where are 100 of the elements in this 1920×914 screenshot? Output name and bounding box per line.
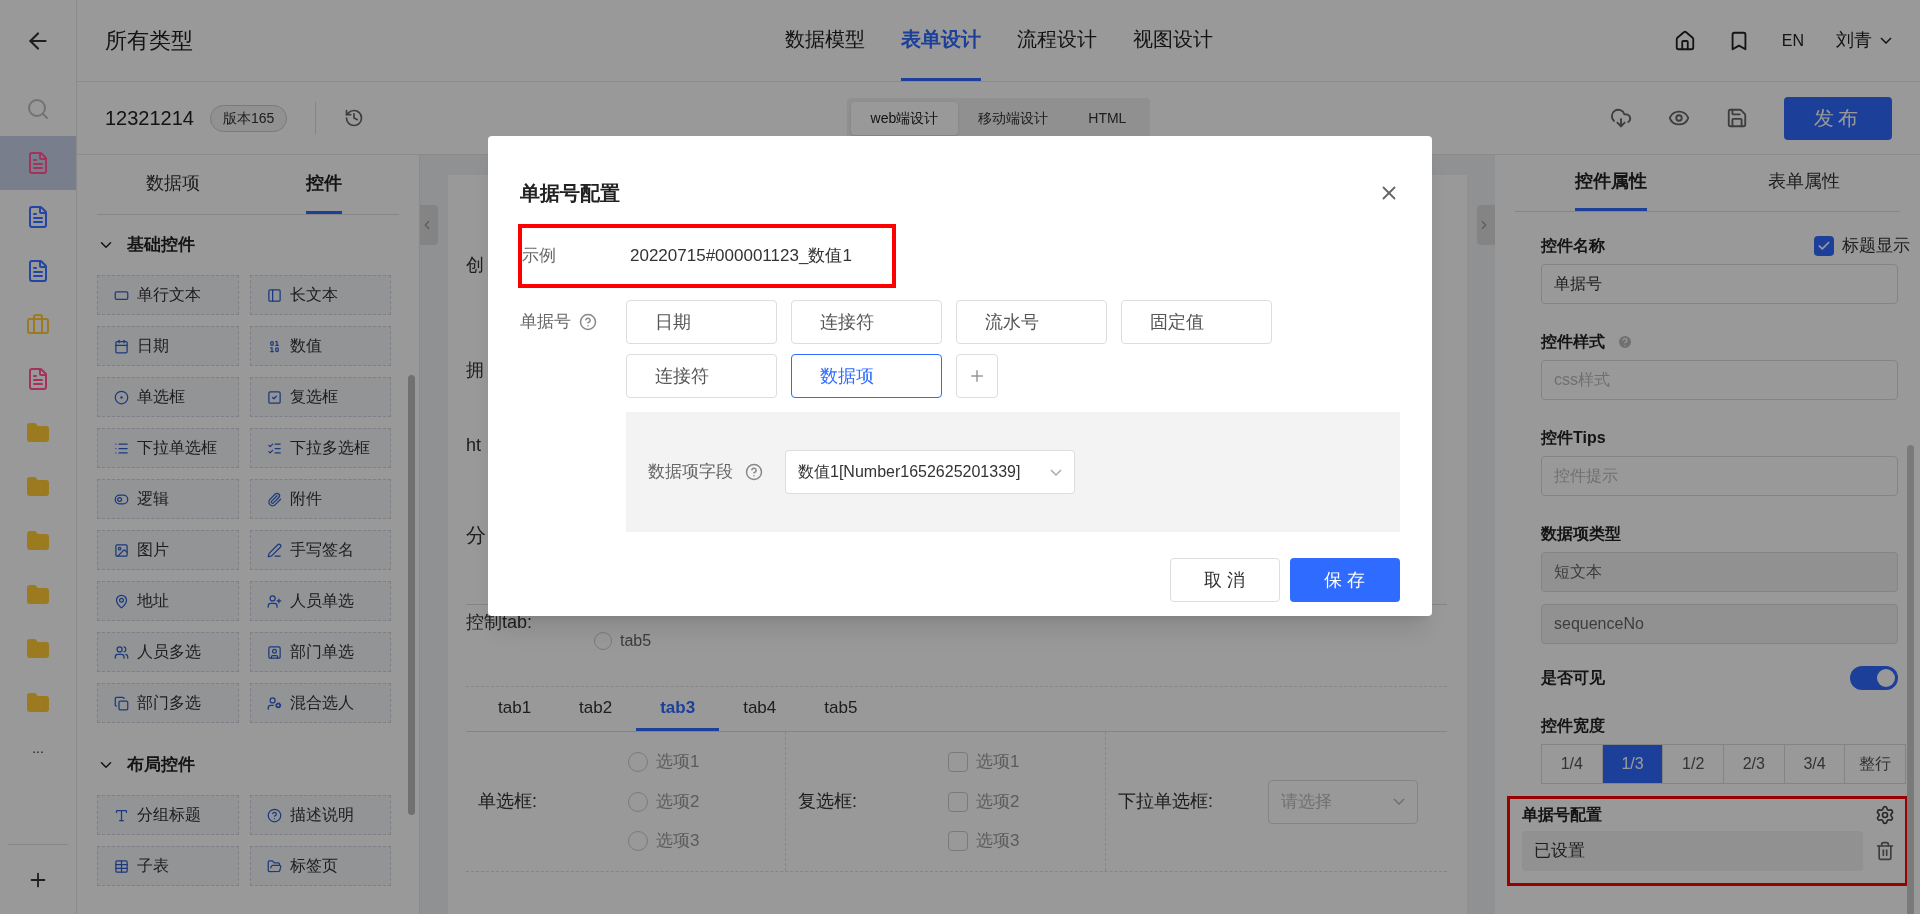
radio-icon <box>114 389 129 405</box>
control-item[interactable]: 下拉单选框 <box>97 428 239 468</box>
scrollbar[interactable] <box>408 375 415 815</box>
caret-icon <box>1050 468 1062 476</box>
segment-button[interactable]: 日期 <box>626 300 777 344</box>
control-item[interactable]: 部门多选 <box>97 683 239 723</box>
collapse-handle[interactable] <box>1477 205 1495 245</box>
publish-button[interactable]: 发布 <box>1784 96 1892 140</box>
control-item[interactable]: 手写签名 <box>249 530 391 570</box>
history-icon[interactable] <box>344 108 365 128</box>
checkbox[interactable] <box>948 752 968 772</box>
language-link[interactable]: EN <box>1781 28 1804 53</box>
panel-tab[interactable]: 控件 <box>248 155 399 214</box>
cancel-button[interactable]: 取 消 <box>1170 558 1280 602</box>
user-menu[interactable]: 刘青 <box>1836 27 1892 54</box>
mode-tab[interactable]: 移动端设计 <box>958 101 1069 135</box>
folder-icon[interactable] <box>26 583 50 607</box>
document-icon[interactable] <box>26 259 50 283</box>
control-item[interactable]: 复选框 <box>249 377 391 417</box>
collapse-handle[interactable] <box>420 205 438 245</box>
nav-tab[interactable]: 视图设计 <box>1132 0 1213 81</box>
mode-tab[interactable]: web端设计 <box>850 101 959 135</box>
document-icon[interactable] <box>26 151 50 175</box>
width-option[interactable]: 2/3 <box>1723 745 1784 783</box>
search-icon[interactable] <box>26 97 50 121</box>
control-item[interactable]: 分组标题 <box>97 795 239 835</box>
form-tab[interactable]: tab1 <box>474 687 556 731</box>
input-field[interactable]: 短文本 <box>1541 552 1898 592</box>
folder-icon[interactable] <box>26 421 50 445</box>
control-item[interactable]: 子表 <box>97 846 239 886</box>
control-item[interactable]: 部门单选 <box>249 632 391 672</box>
control-item[interactable]: 图片 <box>97 530 239 570</box>
folder-icon[interactable] <box>26 529 50 553</box>
more-label[interactable]: ... <box>0 738 76 759</box>
help-icon[interactable] <box>579 313 597 331</box>
width-option[interactable]: 3/4 <box>1783 745 1845 783</box>
width-option[interactable]: 1/4 <box>1542 745 1602 783</box>
cloud-download-icon[interactable] <box>1610 107 1632 129</box>
control-item[interactable]: 描述说明 <box>249 795 391 835</box>
control-item[interactable]: 人员多选 <box>97 632 239 672</box>
control-item[interactable]: 混合选人 <box>249 683 391 723</box>
add-part-button[interactable] <box>956 354 998 398</box>
mode-tab[interactable]: HTML <box>1068 101 1147 135</box>
checkbox[interactable] <box>1814 236 1834 256</box>
folder-icon[interactable] <box>26 637 50 661</box>
help-icon[interactable] <box>745 463 763 481</box>
user-plus-icon <box>266 593 282 609</box>
help-icon <box>266 807 282 823</box>
width-option[interactable]: 1/3 <box>1601 745 1663 783</box>
form-tab[interactable]: tab2 <box>555 687 637 731</box>
control-item[interactable]: 人员单选 <box>249 581 391 621</box>
control-item[interactable]: 单行文本 <box>97 275 239 315</box>
input-field[interactable]: 单据号 <box>1541 264 1898 304</box>
checkbox[interactable] <box>948 831 968 851</box>
control-item[interactable]: 单选框 <box>97 377 239 417</box>
option-label: tab5 <box>620 631 652 651</box>
trash-icon[interactable] <box>1875 841 1895 861</box>
home-icon[interactable] <box>1673 29 1696 52</box>
save-button[interactable]: 保 存 <box>1290 558 1400 602</box>
document-icon[interactable] <box>26 205 50 229</box>
document-icon[interactable] <box>26 367 50 391</box>
nav-tab[interactable]: 数据模型 <box>784 0 865 81</box>
panel-tab[interactable]: 控件属性 <box>1515 155 1708 211</box>
control-item[interactable]: 下拉多选框 <box>249 428 391 468</box>
segment-button[interactable]: 连接符 <box>791 300 942 344</box>
nav-tab[interactable]: 流程设计 <box>1016 0 1097 81</box>
panel-tab[interactable]: 表单属性 <box>1707 155 1900 211</box>
section-title: 分 <box>466 522 486 548</box>
segment-button[interactable]: 固定值 <box>1121 300 1272 344</box>
input-field[interactable]: sequenceNo <box>1541 604 1898 644</box>
option-label: 选项2 <box>656 790 700 813</box>
control-item[interactable]: 标签页 <box>249 846 391 886</box>
select-field[interactable]: 数值1[Number1652625201339] <box>785 450 1075 494</box>
rail-item[interactable] <box>0 136 76 190</box>
form-tab[interactable]: tab5 <box>800 687 882 731</box>
group-header[interactable]: 基础控件 <box>97 215 195 275</box>
checkbox[interactable] <box>948 791 968 812</box>
form-tab[interactable]: tab3 <box>636 687 720 731</box>
visibility-toggle[interactable] <box>1850 666 1898 690</box>
briefcase-icon[interactable] <box>26 313 50 337</box>
field-label: 数据项字段 <box>648 461 733 484</box>
group-header[interactable]: 布局控件 <box>97 735 195 795</box>
form-tab[interactable]: tab4 <box>719 687 801 731</box>
folder-icon[interactable] <box>26 475 50 499</box>
segment-button[interactable]: 数据项 <box>791 354 942 398</box>
folder-icon[interactable] <box>26 691 50 715</box>
width-option[interactable]: 1/2 <box>1662 745 1723 783</box>
control-item[interactable]: 地址 <box>97 581 239 621</box>
segment-button[interactable]: 流水号 <box>956 300 1107 344</box>
control-item[interactable]: 逻辑 <box>97 479 239 519</box>
control-item[interactable]: 数值 <box>249 326 391 366</box>
scrollbar[interactable] <box>1907 445 1914 914</box>
settings-icon[interactable] <box>1875 805 1895 825</box>
width-option[interactable]: 整行 <box>1844 745 1906 783</box>
save-icon[interactable] <box>1726 107 1748 129</box>
panel-tab[interactable]: 数据项 <box>97 155 248 214</box>
control-item[interactable]: 附件 <box>249 479 391 519</box>
control-item[interactable]: 日期 <box>97 326 239 366</box>
segment-button[interactable]: 连接符 <box>626 354 777 398</box>
control-item[interactable]: 长文本 <box>249 275 391 315</box>
